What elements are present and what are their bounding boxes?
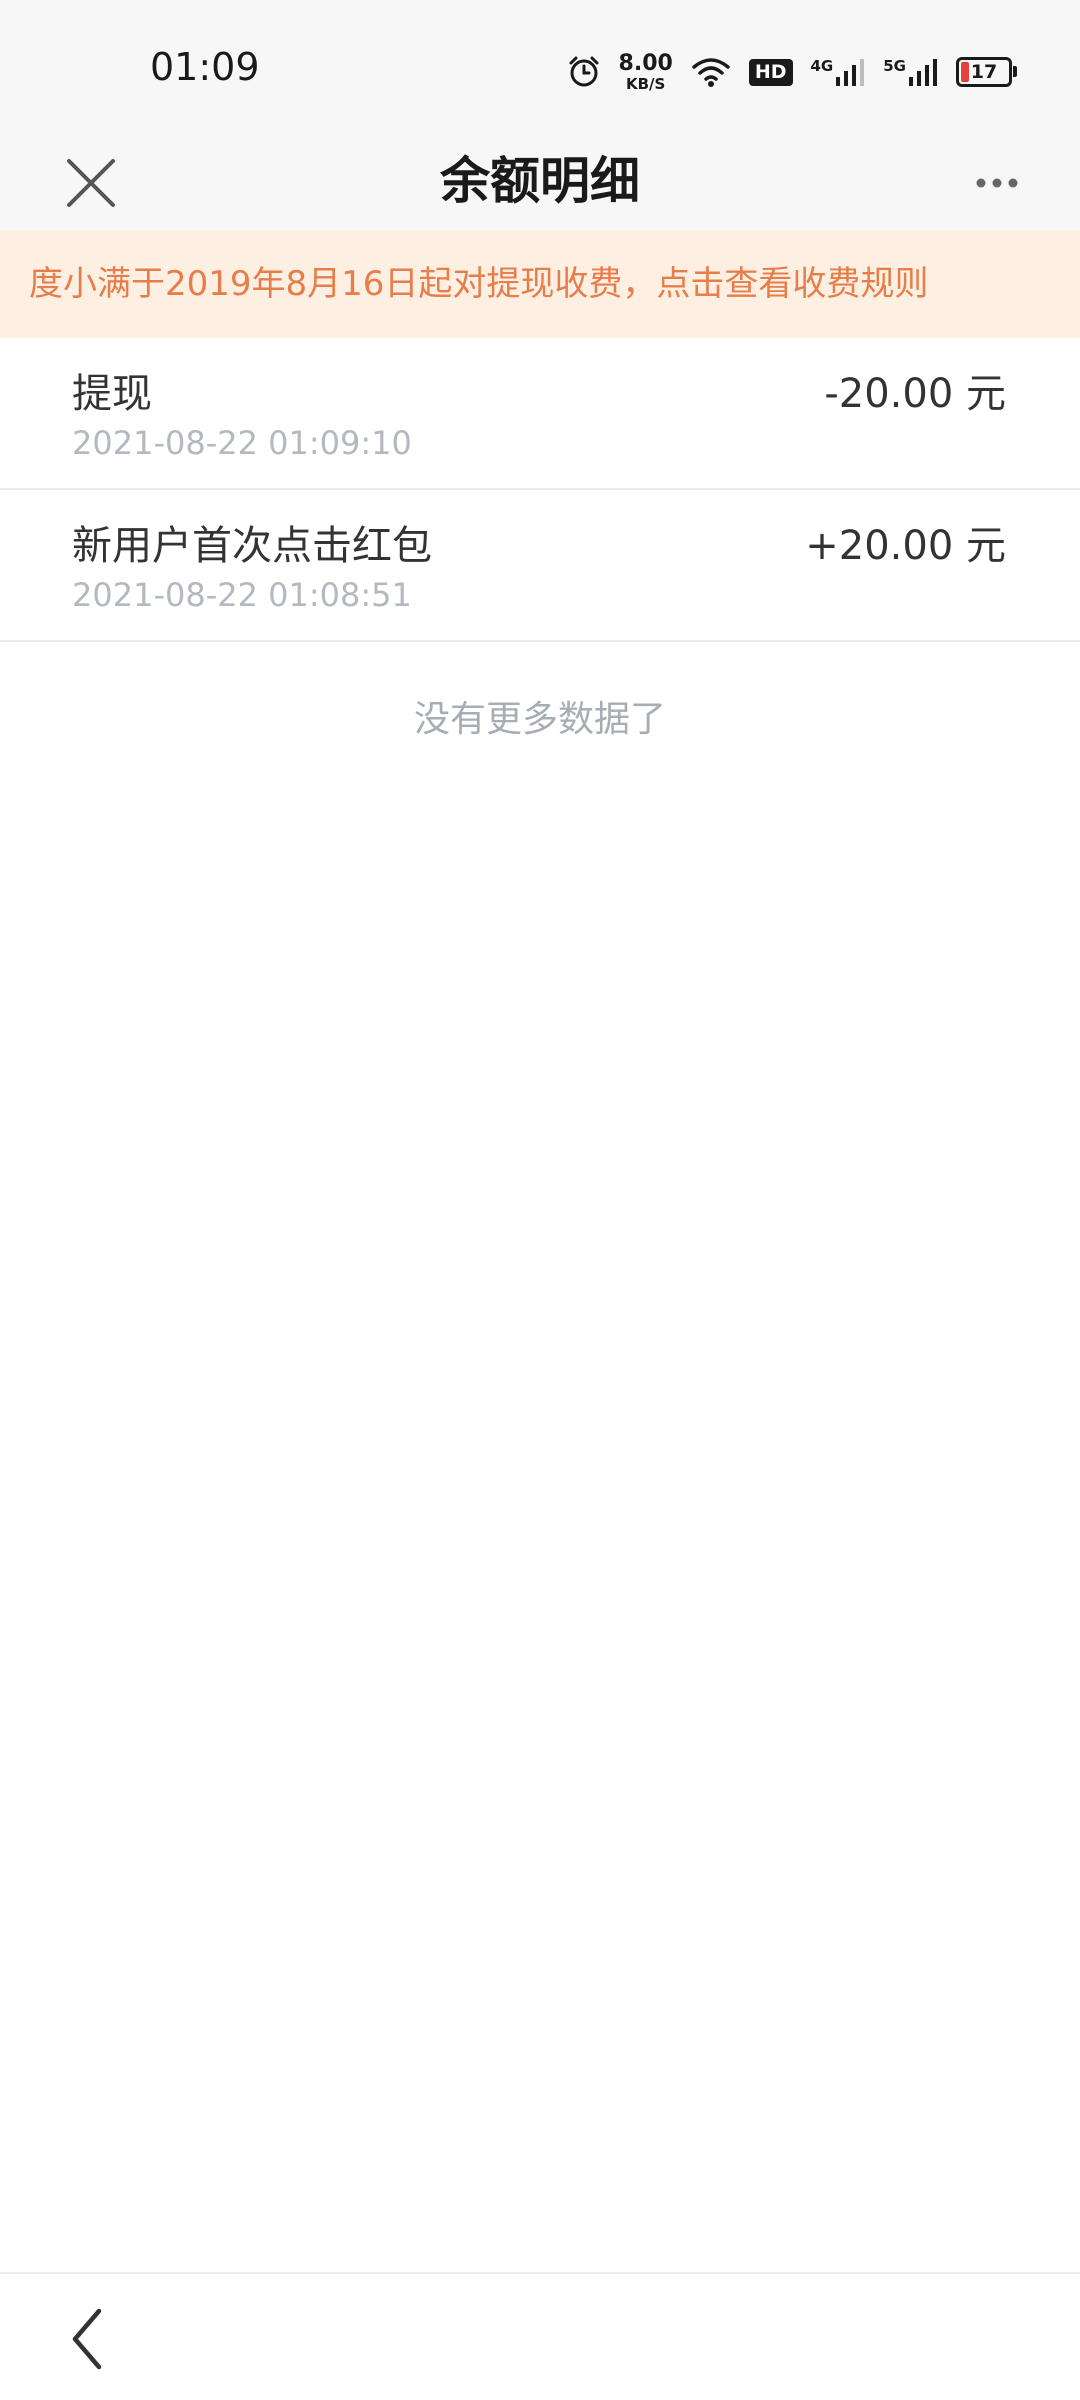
more-button[interactable] xyxy=(962,158,1032,208)
network-speed-value: 8.00 xyxy=(618,50,673,76)
record-amount: -20.00 元 xyxy=(824,371,1006,417)
signal-icon-sim2: 5G xyxy=(883,57,938,87)
record-item[interactable]: 提现 2021-08-22 01:09:10 -20.00 元 xyxy=(0,338,1080,490)
back-button[interactable] xyxy=(52,2304,122,2374)
battery-fill xyxy=(961,62,969,82)
status-bar: 01:09 8.00 KB/S HD 4G 5G 17 xyxy=(0,0,1080,130)
signal-icon-sim1: 4G xyxy=(811,57,866,87)
wifi-icon xyxy=(691,56,731,88)
status-time: 01:09 xyxy=(150,45,260,89)
record-item[interactable]: 新用户首次点击红包 2021-08-22 01:08:51 +20.00 元 xyxy=(0,490,1080,642)
battery-level: 17 xyxy=(970,60,998,83)
balance-records-list: 提现 2021-08-22 01:09:10 -20.00 元 新用户首次点击红… xyxy=(0,338,1080,642)
fee-notice-banner[interactable]: 度小满于2019年8月16日起对提现收费，点击查看收费规则 xyxy=(0,230,1080,338)
title-bar: 余额明细 xyxy=(0,130,1080,230)
status-icons: 8.00 KB/S HD 4G 5G 17 xyxy=(549,46,1017,98)
chevron-left-icon xyxy=(72,2308,102,2370)
record-time: 2021-08-22 01:08:51 xyxy=(72,576,412,614)
network-speed-unit: KB/S xyxy=(626,74,666,93)
hd-icon: HD xyxy=(748,58,793,86)
record-amount: +20.00 元 xyxy=(805,523,1006,569)
no-more-data-label: 没有更多数据了 xyxy=(413,699,666,740)
record-title: 新用户首次点击红包 xyxy=(72,523,432,569)
sim2-label: 5G xyxy=(883,57,906,75)
record-time: 2021-08-22 01:09:10 xyxy=(72,424,412,462)
page-title: 余额明细 xyxy=(440,152,640,210)
sim1-label: 4G xyxy=(810,57,834,75)
more-dots-icon xyxy=(976,178,1018,188)
battery-icon: 17 xyxy=(956,57,1017,87)
record-title: 提现 xyxy=(72,371,152,417)
bottom-nav-bar xyxy=(0,2272,1080,2400)
alarm-icon xyxy=(567,55,601,89)
network-speed: 8.00 KB/S xyxy=(618,50,673,93)
screen: 01:09 8.00 KB/S HD 4G 5G 17 余额明细 度小满于201… xyxy=(0,0,1080,2400)
